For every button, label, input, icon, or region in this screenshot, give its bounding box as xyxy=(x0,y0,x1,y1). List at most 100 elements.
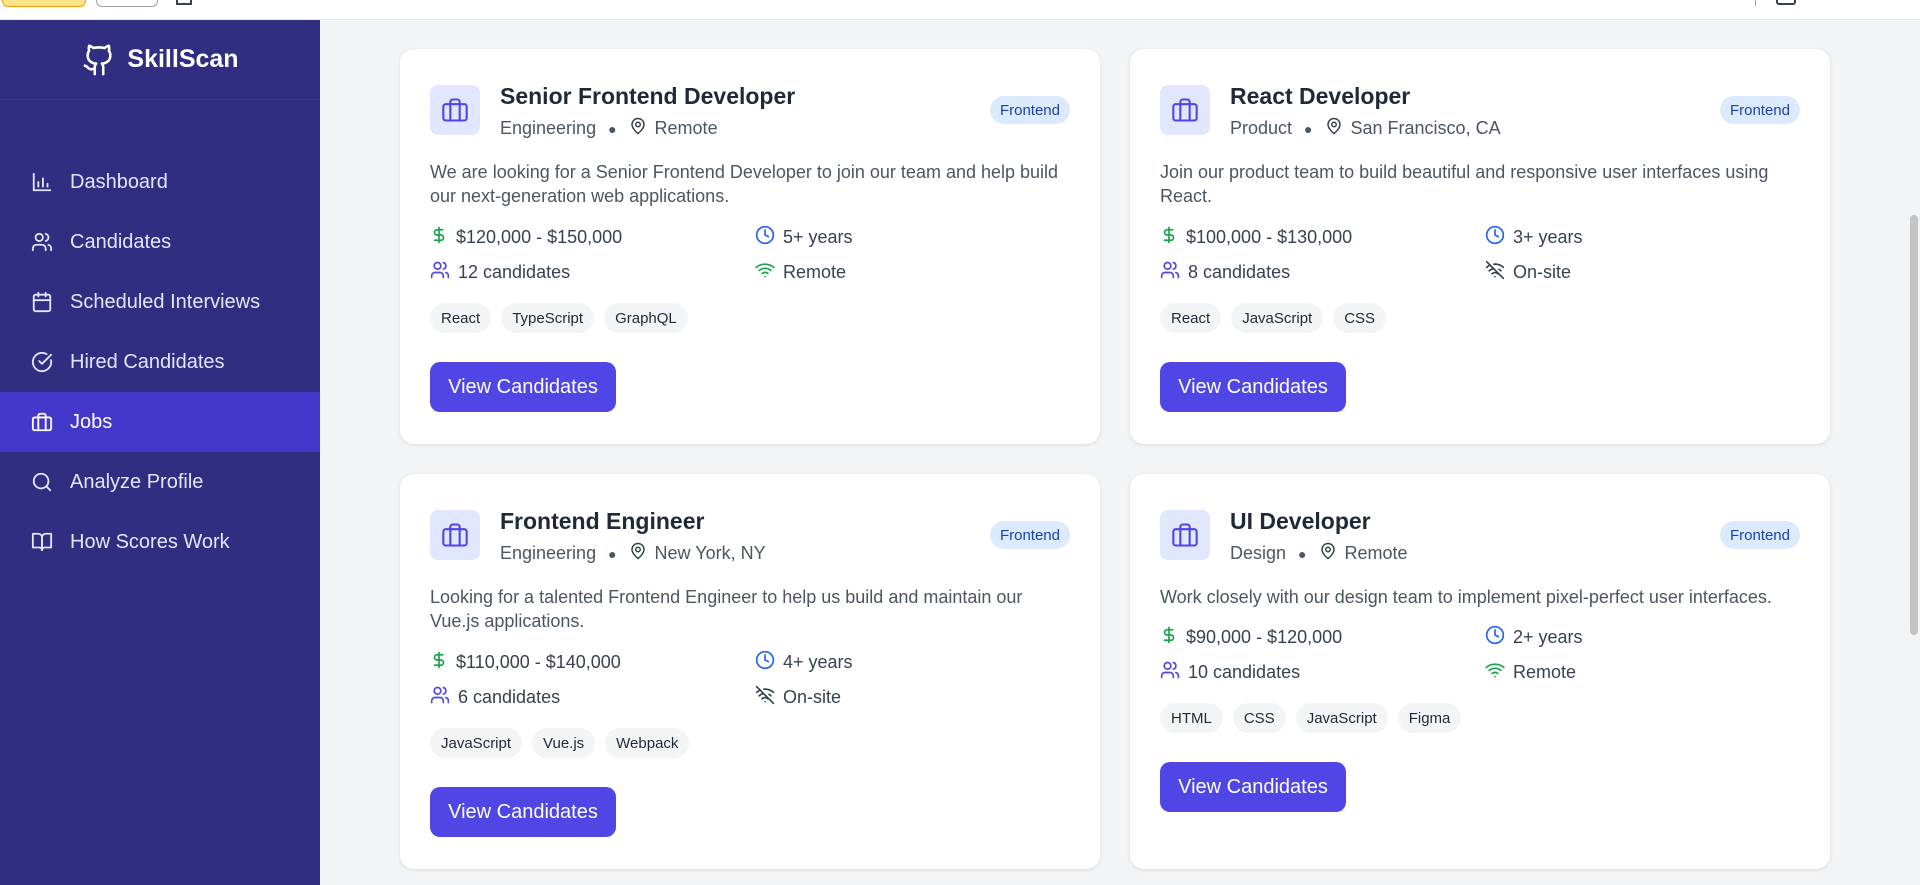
job-description: Join our product team to build beautiful… xyxy=(1160,162,1769,206)
check-circle-icon xyxy=(30,350,54,374)
work-mode: On-site xyxy=(1513,262,1572,282)
briefcase-icon xyxy=(430,510,480,560)
sidebar-item-dashboard[interactable]: Dashboard xyxy=(0,152,320,212)
salary-info: $100,000 - $130,000 xyxy=(1160,225,1352,250)
users-icon xyxy=(1160,260,1180,285)
clock-icon xyxy=(755,650,775,675)
job-meta: Engineering ● New York, NY xyxy=(500,542,766,565)
candidates-info: 10 candidates xyxy=(1160,660,1300,685)
briefcase-icon xyxy=(1160,510,1210,560)
category-badge: Frontend xyxy=(1719,521,1800,549)
skill-tags: React TypeScript GraphQL xyxy=(430,303,688,333)
top-pill-button[interactable] xyxy=(2,0,86,7)
skill-tag: HTML xyxy=(1160,703,1223,733)
users-icon xyxy=(30,230,54,254)
job-description: We are looking for a Senior Frontend Dev… xyxy=(430,162,1059,206)
experience-info: 2+ years xyxy=(1485,625,1583,650)
experience-info: 4+ years xyxy=(755,650,853,675)
skill-tag: React xyxy=(430,303,492,333)
view-candidates-button[interactable]: View Candidates xyxy=(430,362,616,412)
clock-icon xyxy=(755,225,775,250)
briefcase-icon xyxy=(30,410,54,434)
candidate-count: 6 candidates xyxy=(458,687,561,707)
job-card: UI Developer Design ● Remote Frontend Wo… xyxy=(1130,474,1830,869)
salary-range: $120,000 - $150,000 xyxy=(456,227,623,247)
sidebar-item-how-scores-work[interactable]: How Scores Work xyxy=(0,512,320,572)
vertical-scrollbar[interactable] xyxy=(1910,215,1918,635)
users-icon xyxy=(430,260,450,285)
work-mode-info: On-site xyxy=(1485,260,1571,285)
job-title: React Developer xyxy=(1230,83,1411,109)
job-description: Looking for a talented Frontend Engineer… xyxy=(430,587,1023,631)
candidate-count: 8 candidates xyxy=(1188,262,1291,282)
sidebar-item-label: How Scores Work xyxy=(70,530,230,553)
salary-range: $100,000 - $130,000 xyxy=(1186,227,1353,247)
candidates-info: 6 candidates xyxy=(430,685,560,710)
sidebar-item-candidates[interactable]: Candidates xyxy=(0,212,320,272)
wifi-icon xyxy=(1485,660,1505,685)
window-icon[interactable] xyxy=(1776,0,1796,5)
top-outline-button[interactable] xyxy=(96,0,158,7)
view-candidates-button[interactable]: View Candidates xyxy=(1160,762,1346,812)
sidebar-item-hired-candidates[interactable]: Hired Candidates xyxy=(0,332,320,392)
dollar-icon xyxy=(1160,625,1178,650)
skill-tags: HTML CSS JavaScript Figma xyxy=(1160,703,1462,733)
skill-tag: JavaScript xyxy=(1295,703,1388,733)
candidates-info: 8 candidates xyxy=(1160,260,1290,285)
experience-years: 4+ years xyxy=(783,652,853,672)
grid-icon[interactable] xyxy=(176,0,192,5)
job-meta: Design ● Remote xyxy=(1230,542,1408,565)
skill-tag: Figma xyxy=(1397,703,1462,733)
job-department: Engineering xyxy=(500,118,597,138)
sidebar-item-jobs[interactable]: Jobs xyxy=(0,392,320,452)
job-location: New York, NY xyxy=(654,543,766,563)
main-content: Senior Frontend Developer Engineering ● … xyxy=(320,20,1920,885)
calendar-icon xyxy=(30,290,54,314)
job-department: Engineering xyxy=(500,543,597,563)
job-location: Remote xyxy=(654,118,718,138)
map-pin-icon xyxy=(1319,542,1337,565)
skill-tag: CSS xyxy=(1333,303,1387,333)
skill-tag: GraphQL xyxy=(604,303,688,333)
view-candidates-button[interactable]: View Candidates xyxy=(430,787,616,837)
skill-tag: TypeScript xyxy=(501,303,595,333)
sidebar: SkillScan Dashboard Candidates Scheduled… xyxy=(0,20,320,885)
category-badge: Frontend xyxy=(989,96,1070,124)
briefcase-icon xyxy=(430,85,480,135)
separator-dot: ● xyxy=(1304,120,1313,137)
map-pin-icon xyxy=(1325,117,1343,140)
sidebar-item-label: Scheduled Interviews xyxy=(70,290,261,313)
salary-info: $110,000 - $140,000 xyxy=(430,650,621,675)
sidebar-item-label: Dashboard xyxy=(70,170,168,193)
job-department: Product xyxy=(1230,118,1293,138)
users-icon xyxy=(430,685,450,710)
job-location: Remote xyxy=(1344,543,1408,563)
brand[interactable]: SkillScan xyxy=(0,20,320,100)
job-title: UI Developer xyxy=(1230,508,1371,534)
wifi-off-icon xyxy=(755,685,775,710)
skill-tags: JavaScript Vue.js Webpack xyxy=(430,728,690,758)
candidate-count: 10 candidates xyxy=(1188,662,1301,682)
view-candidates-button[interactable]: View Candidates xyxy=(1160,362,1346,412)
users-icon xyxy=(1160,660,1180,685)
job-card: Frontend Engineer Engineering ● New York… xyxy=(400,474,1100,869)
job-meta: Product ● San Francisco, CA xyxy=(1230,117,1501,140)
job-department: Design xyxy=(1230,543,1287,563)
sidebar-item-scheduled-interviews[interactable]: Scheduled Interviews xyxy=(0,272,320,332)
sidebar-item-label: Candidates xyxy=(70,230,172,253)
experience-years: 3+ years xyxy=(1513,227,1583,247)
dollar-icon xyxy=(430,225,448,250)
experience-years: 5+ years xyxy=(783,227,853,247)
salary-range: $90,000 - $120,000 xyxy=(1186,627,1343,647)
experience-years: 2+ years xyxy=(1513,627,1583,647)
work-mode-info: Remote xyxy=(1485,660,1576,685)
candidates-info: 12 candidates xyxy=(430,260,570,285)
skill-tag: Vue.js xyxy=(532,728,596,758)
work-mode: On-site xyxy=(783,687,842,707)
job-card: React Developer Product ● San Francisco,… xyxy=(1130,49,1830,444)
job-title: Senior Frontend Developer xyxy=(500,83,796,109)
clock-icon xyxy=(1485,225,1505,250)
sidebar-item-analyze-profile[interactable]: Analyze Profile xyxy=(0,452,320,512)
experience-info: 3+ years xyxy=(1485,225,1583,250)
salary-info: $120,000 - $150,000 xyxy=(430,225,622,250)
